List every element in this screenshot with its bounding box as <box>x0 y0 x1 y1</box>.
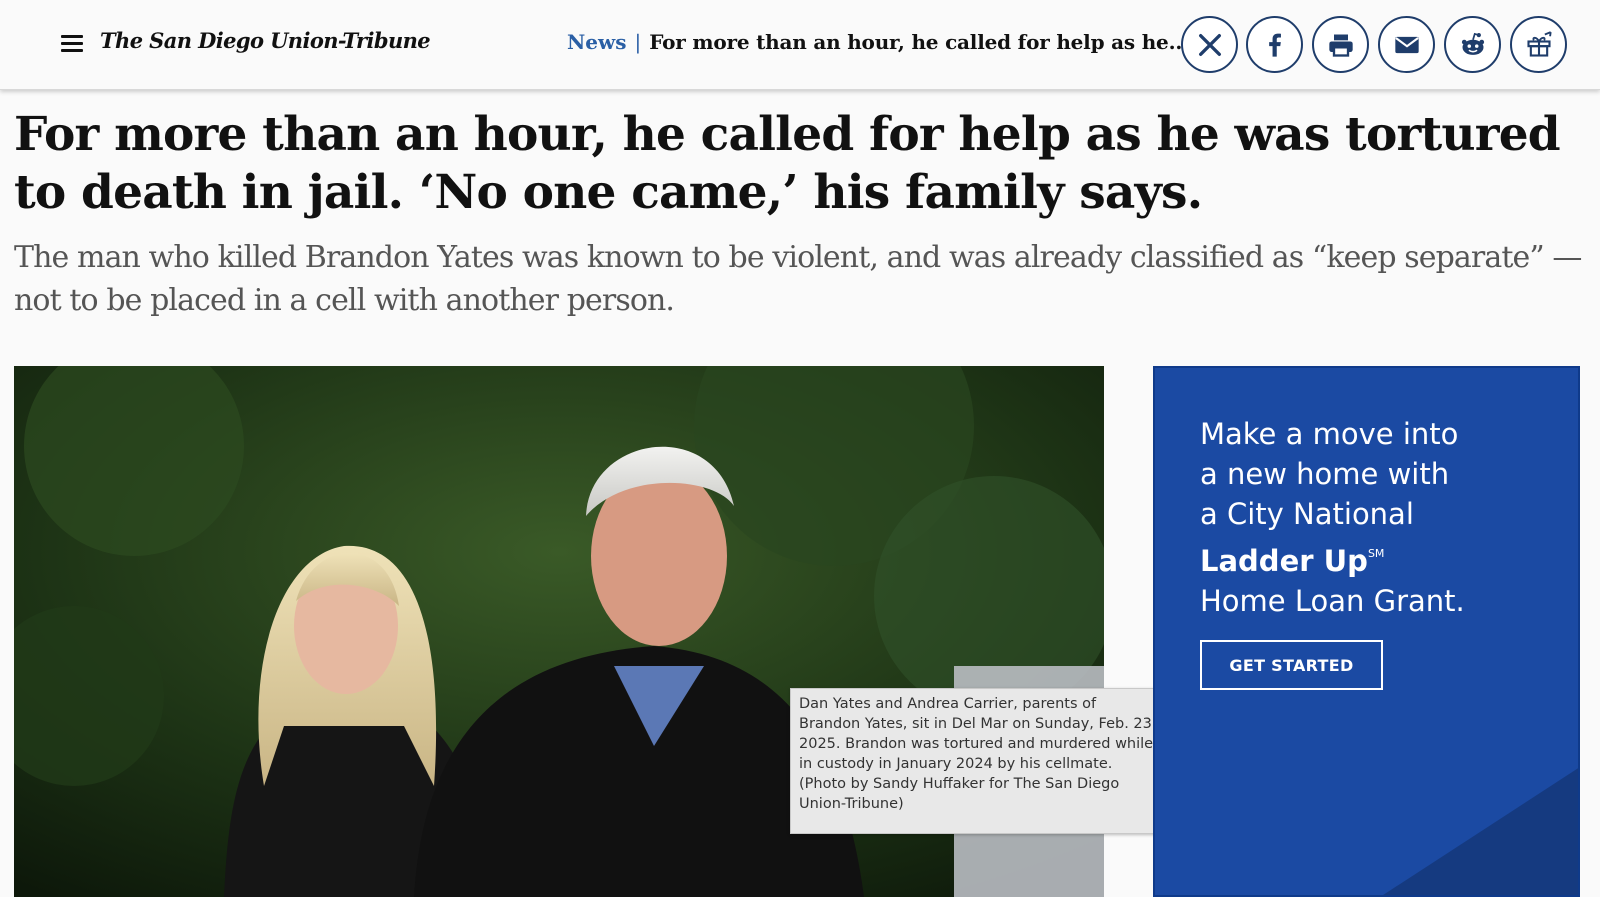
share-reddit-button[interactable] <box>1444 16 1501 73</box>
print-button[interactable] <box>1312 16 1369 73</box>
ad-decorative-shape <box>1380 767 1578 895</box>
ad-line-1: Make a move into <box>1200 417 1459 451</box>
email-icon <box>1394 36 1419 53</box>
print-icon <box>1328 34 1353 57</box>
breadcrumb: News | For more than an hour, he called fo… <box>567 30 1189 54</box>
advertisement[interactable]: Make a move into a new home with a City … <box>1153 366 1580 897</box>
ad-brand-line: Ladder UpSM <box>1200 534 1560 581</box>
ad-brand: Ladder Up <box>1200 544 1368 578</box>
ad-get-started-button[interactable]: GET STARTED <box>1200 640 1383 690</box>
site-logo[interactable]: The San Diego Union-Tribune <box>100 28 431 53</box>
ad-line-2: a new home with <box>1200 457 1450 491</box>
hamburger-menu-icon[interactable] <box>61 35 83 53</box>
gift-article-button[interactable] <box>1510 16 1567 73</box>
ad-line-5: Home Loan Grant. <box>1200 584 1465 618</box>
facebook-icon <box>1268 33 1281 57</box>
ad-copy: Make a move into a new home with a City … <box>1200 414 1560 621</box>
breadcrumb-separator: | <box>634 30 642 54</box>
section-link[interactable]: News <box>567 30 626 54</box>
share-email-button[interactable] <box>1378 16 1435 73</box>
share-facebook-button[interactable] <box>1246 16 1303 73</box>
gift-icon <box>1526 30 1552 57</box>
article-dek: The man who killed Brandon Yates was kno… <box>14 240 1582 318</box>
top-bar: The San Diego Union-Tribune News | For mor… <box>0 0 1600 90</box>
reddit-icon <box>1461 32 1484 55</box>
photo-caption: Dan Yates and Andrea Carrier, parents of… <box>790 688 1168 834</box>
article-title: For more than an hour, he called for hel… <box>14 107 1561 220</box>
ad-service-mark: SM <box>1367 547 1385 560</box>
ad-line-3: a City National <box>1200 497 1414 531</box>
x-icon <box>1198 33 1221 56</box>
breadcrumb-headline: For more than an hour, he called for hel… <box>649 30 1189 54</box>
share-x-button[interactable] <box>1181 16 1238 73</box>
